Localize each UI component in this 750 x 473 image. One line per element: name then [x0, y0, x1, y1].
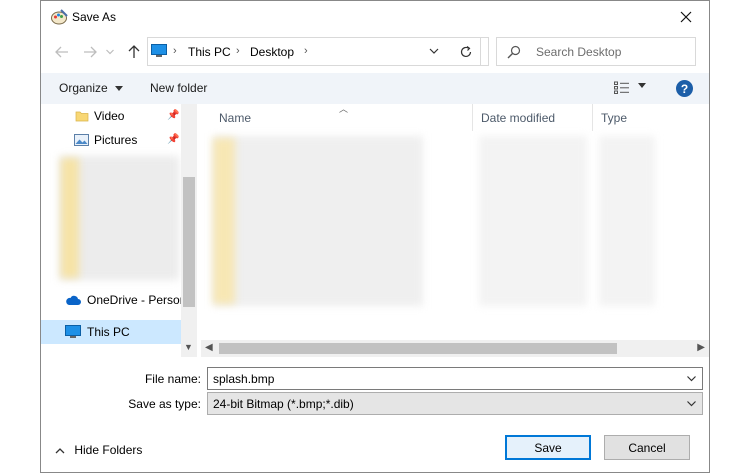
breadcrumb-separator: ›: [304, 45, 308, 57]
column-header-type[interactable]: Type: [593, 104, 709, 131]
navigation-pane: Video 📌 Pictures 📌 OneDrive - Person Thi…: [41, 104, 197, 357]
organize-label: Organize: [59, 81, 108, 95]
nav-item-label: Pictures: [94, 133, 138, 147]
arrow-right-icon: [84, 46, 97, 58]
back-button[interactable]: [51, 41, 73, 63]
chevron-down-icon[interactable]: [427, 44, 441, 58]
search-icon: [507, 45, 521, 59]
cancel-button[interactable]: Cancel: [604, 435, 690, 460]
caret-down-icon[interactable]: [638, 83, 646, 88]
chevron-up-icon: [55, 448, 65, 454]
paint-app-icon: [51, 9, 68, 25]
arrow-left-icon: [55, 46, 68, 58]
view-options-icon[interactable]: [614, 81, 630, 95]
nav-item-label: This PC: [87, 325, 130, 339]
column-header-name[interactable]: Name: [211, 104, 471, 131]
help-icon[interactable]: ?: [676, 80, 693, 97]
forward-button[interactable]: [79, 41, 101, 63]
cloud-icon: [66, 295, 81, 305]
save-as-type-value: 24-bit Bitmap (*.bmp;*.dib): [213, 397, 354, 411]
save-as-dialog: Save As › This PC › Desktop › Search Des…: [40, 0, 710, 473]
up-button[interactable]: [123, 41, 145, 63]
this-pc-icon: [151, 44, 167, 57]
blurred-folder-icons: [61, 158, 79, 278]
blurred-dates: [479, 136, 587, 306]
hide-folders-label: Hide Folders: [74, 443, 143, 457]
search-box[interactable]: Search Desktop: [496, 37, 696, 66]
chevron-down-icon: [687, 401, 696, 407]
save-as-type-label: Save as type:: [128, 397, 201, 411]
column-header-date-modified[interactable]: Date modified: [473, 104, 591, 131]
nav-item-video[interactable]: Video 📌: [41, 104, 181, 128]
this-pc-icon: [65, 325, 81, 338]
pin-icon: 📌: [167, 134, 180, 145]
breadcrumb-separator: ›: [173, 45, 177, 57]
close-icon: [680, 11, 692, 22]
recent-locations-button[interactable]: [103, 41, 117, 63]
folder-icon: [75, 111, 89, 122]
horizontal-scrollbar-thumb[interactable]: [219, 343, 617, 354]
refresh-button[interactable]: [452, 37, 481, 66]
horizontal-scrollbar[interactable]: ◀ ▶: [201, 340, 709, 357]
new-folder-button[interactable]: New folder: [150, 81, 207, 95]
chevron-down-icon: [106, 49, 114, 55]
close-button[interactable]: [663, 1, 709, 32]
breadcrumb-this-pc[interactable]: This PC: [188, 45, 231, 59]
nav-scrollbar-thumb[interactable]: [183, 177, 195, 307]
command-bar: Organize New folder ?: [41, 73, 709, 104]
address-bar[interactable]: › This PC › Desktop ›: [147, 37, 489, 66]
column-header-label: Date modified: [481, 111, 556, 125]
chevron-down-icon[interactable]: ▼: [184, 342, 193, 352]
chevron-left-icon[interactable]: ◀: [205, 342, 213, 353]
caret-down-icon: [115, 86, 124, 92]
window-title: Save As: [72, 10, 117, 24]
nav-item-label: Video: [94, 109, 125, 123]
breadcrumb-separator: ›: [236, 45, 240, 57]
file-name-field[interactable]: splash.bmp: [207, 367, 703, 390]
hide-folders-button[interactable]: Hide Folders: [55, 443, 142, 457]
column-header-label: Name: [219, 111, 252, 125]
breadcrumb-desktop[interactable]: Desktop: [250, 45, 294, 59]
save-as-type-select[interactable]: 24-bit Bitmap (*.bmp;*.dib): [207, 392, 703, 415]
file-name-value: splash.bmp: [213, 372, 275, 386]
nav-item-pictures[interactable]: Pictures 📌: [41, 128, 181, 152]
save-button[interactable]: Save: [505, 435, 591, 460]
nav-item-onedrive[interactable]: OneDrive - Person: [41, 288, 186, 312]
column-header-label: Type: [601, 111, 628, 125]
blurred-file-icons: [213, 138, 235, 304]
title-bar: Save As: [41, 1, 709, 33]
organize-button[interactable]: Organize: [59, 81, 124, 95]
file-name-label: File name:: [144, 372, 201, 386]
blurred-file-names: [213, 136, 423, 306]
blurred-types: [599, 136, 655, 306]
nav-item-label: OneDrive - Person: [87, 293, 187, 307]
refresh-icon: [460, 45, 472, 57]
search-input[interactable]: Search Desktop: [536, 45, 621, 59]
pin-icon: 📌: [167, 110, 180, 121]
arrow-up-icon: [128, 45, 140, 58]
chevron-down-icon[interactable]: [686, 373, 697, 384]
file-list: ︿ Name Date modified Type ◀ ▶: [201, 104, 709, 357]
pictures-icon: [74, 134, 89, 146]
chevron-right-icon[interactable]: ▶: [697, 342, 705, 353]
nav-item-this-pc[interactable]: This PC: [41, 320, 181, 344]
